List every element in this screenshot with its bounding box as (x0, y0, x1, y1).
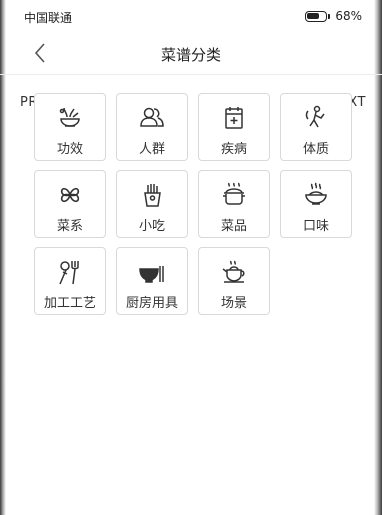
category-tile[interactable]: 加工工艺 (34, 247, 106, 315)
category-tile[interactable]: 功效 (34, 93, 106, 161)
page-title: 菜谱分类 (160, 46, 221, 64)
category-label: 功效 (56, 142, 83, 157)
body-stretch-icon (281, 104, 351, 132)
battery-tip (328, 13, 331, 19)
category-label: 菜品 (220, 219, 247, 234)
category-label: 厨房用具 (125, 296, 178, 311)
people-icon (117, 104, 187, 132)
category-label: 加工工艺 (43, 296, 96, 311)
category-label: 场景 (220, 296, 247, 311)
medical-calendar-icon (199, 104, 269, 132)
category-tile[interactable]: 口味 (280, 170, 352, 238)
fries-icon (117, 181, 187, 209)
category-label: 菜系 (56, 219, 83, 234)
herb-bowl-icon (35, 104, 105, 132)
clover-icon (35, 181, 105, 209)
edge-shadow-left (0, 0, 6, 515)
category-label: 小吃 (138, 219, 165, 234)
category-label: 人群 (138, 142, 165, 157)
nav-bar: 菜谱分类 (0, 34, 382, 75)
battery-status: 68% (305, 9, 362, 23)
category-label: 疾病 (220, 142, 247, 157)
category-tile[interactable]: 体质 (280, 93, 352, 161)
category-label: 口味 (302, 219, 329, 234)
category-label: 体质 (302, 142, 329, 157)
category-tile[interactable]: 场景 (198, 247, 270, 315)
battery-icon (305, 10, 328, 22)
category-tile[interactable]: 疾病 (198, 93, 270, 161)
utensils-icon (35, 258, 105, 286)
category-tile[interactable]: 小吃 (116, 170, 188, 238)
steaming-bowl-icon (281, 181, 351, 209)
category-tile[interactable]: 厨房用具 (116, 247, 188, 315)
bowl-chopsticks-icon (117, 258, 187, 286)
battery-percent: 68% (335, 9, 362, 23)
pot-icon (199, 181, 269, 209)
edge-shadow-right (374, 0, 382, 515)
status-bar: 中国联通 68% (0, 0, 382, 34)
category-tile[interactable]: 人群 (116, 93, 188, 161)
carrier-name: 中国联通 (24, 11, 73, 25)
category-tile[interactable]: 菜系 (34, 170, 106, 238)
category-tile[interactable]: 菜品 (198, 170, 270, 238)
teapot-icon (199, 258, 269, 286)
